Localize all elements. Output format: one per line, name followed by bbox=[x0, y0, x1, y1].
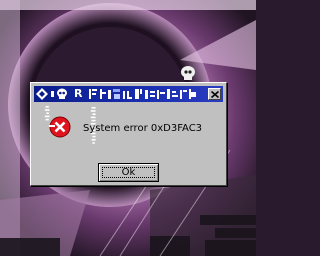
close-icon bbox=[210, 90, 219, 98]
title-glitch-glyphs bbox=[36, 88, 196, 100]
skull-icon bbox=[57, 88, 67, 99]
ok-button[interactable]: Ok bbox=[98, 163, 159, 182]
close-button[interactable] bbox=[208, 88, 221, 100]
error-dialog: R System error 0xD3FAC3 Ok bbox=[30, 82, 227, 186]
focus-outline bbox=[102, 167, 155, 178]
title-bar[interactable]: R bbox=[34, 86, 223, 102]
error-message: System error 0xD3FAC3 bbox=[83, 123, 203, 134]
error-icon bbox=[49, 116, 71, 138]
diamond-icon bbox=[36, 88, 48, 100]
glitch-glyphs-icon bbox=[89, 89, 196, 99]
window-title: R bbox=[74, 87, 83, 100]
